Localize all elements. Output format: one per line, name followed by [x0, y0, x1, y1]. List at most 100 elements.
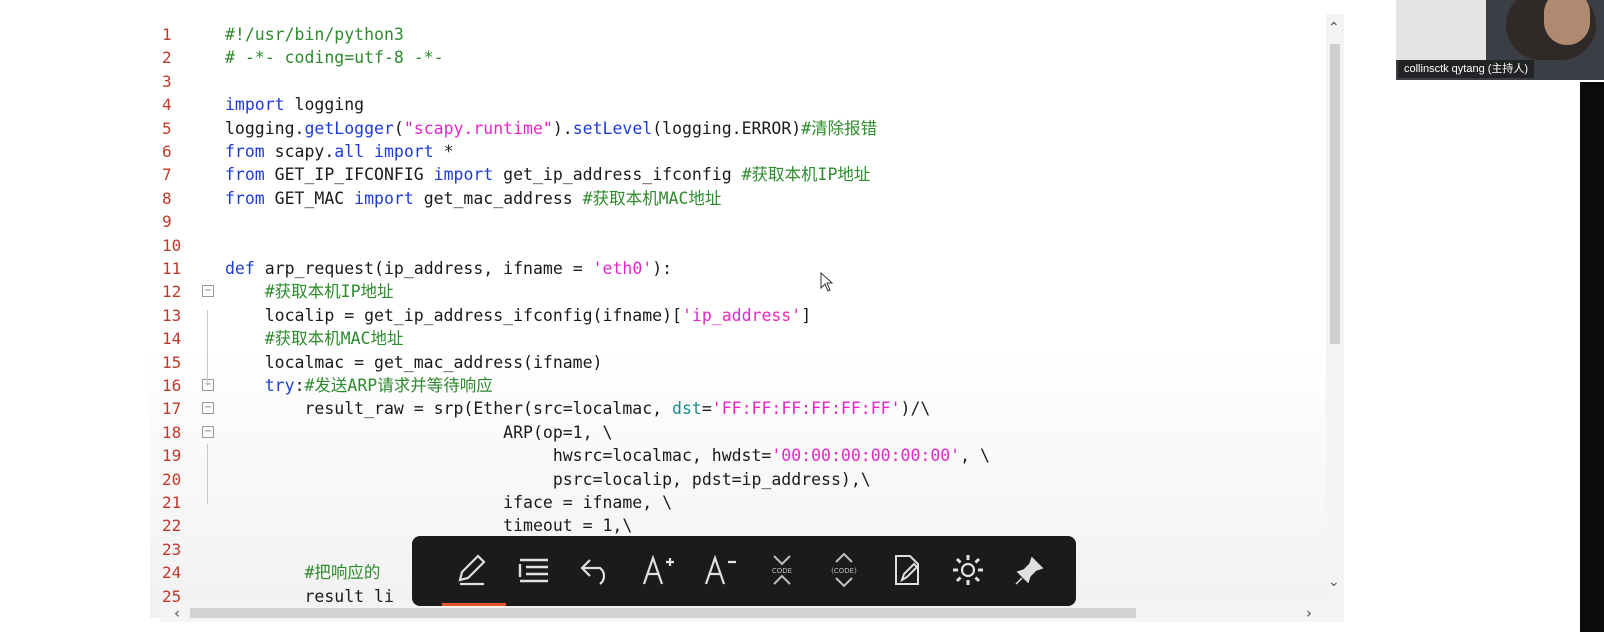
code-line[interactable]: 22 timeout = 1,\ — [150, 514, 1320, 537]
horizontal-scrollbar[interactable]: ‹ › — [160, 604, 1344, 622]
code-text: psrc=localip, pdst=ip_address),\ — [225, 469, 871, 489]
code-text: localip = get_ip_address_ifconfig(ifname… — [225, 305, 812, 325]
expand-code-icon[interactable]: (CODE) — [820, 546, 868, 594]
line-number: 8 — [162, 188, 172, 208]
horizontal-scroll-thumb[interactable] — [190, 608, 1136, 618]
svg-text:(CODE): (CODE) — [831, 567, 857, 575]
code-text: #获取本机IP地址 — [264, 282, 394, 302]
code-text: ARP(op=1, \ — [225, 422, 613, 442]
code-text: timeout = 1,\ — [225, 516, 633, 536]
code-text: def arp_request(ip_address, ifname = 'et… — [225, 259, 673, 278]
line-number: 22 — [162, 516, 182, 536]
code-line[interactable]: 21 iface = ifname, \ — [150, 491, 1320, 514]
scroll-right-icon[interactable]: › — [1306, 604, 1312, 622]
code-text: logging.getLogger("scapy.runtime").setLe… — [225, 118, 878, 138]
line-number: 18 — [162, 422, 182, 442]
scroll-down-icon[interactable]: ⌄ — [1328, 574, 1340, 590]
code-line[interactable]: 5 logging.getLogger("scapy.runtime").setL… — [150, 117, 1320, 140]
code-line[interactable]: 10 — [150, 234, 1320, 257]
line-number: 5 — [162, 118, 172, 138]
code-line[interactable]: 15 localmac = get_mac_address(ifname) — [150, 351, 1320, 374]
code-text: try:#发送ARP请求并等待响应 — [264, 376, 493, 395]
undo-icon[interactable] — [572, 546, 620, 594]
vertical-scrollbar[interactable]: ⌃ ⌄ — [1326, 14, 1344, 604]
pencil-icon[interactable] — [448, 546, 496, 594]
code-text: #!/usr/bin/python3 — [225, 25, 404, 44]
code-line[interactable]: 7 from GET_IP_IFCONFIG import get_ip_addr… — [150, 163, 1320, 186]
scroll-up-icon[interactable]: ⌃ — [1328, 20, 1340, 36]
webcam-face — [1544, 0, 1590, 45]
code-line[interactable]: 2 # -*- coding=utf-8 -*- — [150, 46, 1320, 69]
code-text: import logging — [225, 95, 365, 115]
collapse-code-icon[interactable]: CODE — [758, 546, 806, 594]
line-number: 2 — [162, 48, 172, 68]
mouse-cursor-icon — [820, 272, 834, 292]
code-text: #把响应的 — [304, 563, 381, 583]
note-icon[interactable] — [882, 546, 930, 594]
line-number: 17 — [162, 399, 182, 419]
line-number: 21 — [162, 493, 182, 512]
code-line[interactable]: 16 − try:#发送ARP请求并等待响应 — [150, 374, 1320, 397]
code-line[interactable]: 3 — [150, 70, 1320, 93]
code-text: hwsrc=localmac, hwdst='00:00:00:00:00:00… — [225, 446, 990, 466]
svg-text:CODE: CODE — [772, 567, 792, 575]
line-number: 16 — [162, 376, 182, 395]
code-line[interactable]: 4 import logging — [150, 93, 1320, 116]
code-text: iface = ifname, \ — [225, 493, 673, 512]
fold-toggle-icon[interactable]: − — [202, 425, 214, 438]
line-number: 6 — [162, 142, 172, 161]
fold-guide — [207, 444, 208, 504]
code-text: from scapy.all import * — [225, 142, 454, 161]
code-line[interactable]: 1 #!/usr/bin/python3 — [150, 23, 1320, 46]
scroll-left-icon[interactable]: ‹ — [174, 604, 180, 622]
line-number: 11 — [162, 259, 182, 278]
line-number: 12 — [162, 282, 182, 302]
active-tool-indicator — [442, 603, 506, 606]
line-number: 23 — [162, 539, 182, 559]
line-number: 14 — [162, 329, 182, 349]
code-line[interactable]: 6 from scapy.all import * — [150, 140, 1320, 163]
line-number: 4 — [162, 95, 172, 115]
code-text: localmac = get_mac_address(ifname) — [225, 352, 603, 372]
line-number: 9 — [162, 212, 172, 232]
fold-toggle-icon[interactable]: − — [202, 379, 214, 391]
line-number: 7 — [162, 165, 172, 185]
line-number: 1 — [162, 25, 172, 44]
webcam-label: collinsctk qytang (主持人) — [1398, 60, 1535, 78]
line-number: 24 — [162, 563, 182, 583]
vertical-scroll-thumb[interactable] — [1330, 44, 1340, 344]
code-line[interactable]: 12 − #获取本机IP地址 — [150, 280, 1320, 303]
code-line[interactable]: 8 from GET_MAC import get_mac_address #获取… — [150, 187, 1320, 210]
line-number: 13 — [162, 305, 182, 325]
code-line[interactable]: 14 #获取本机MAC地址 — [150, 327, 1320, 350]
code-line[interactable]: 11 def arp_request(ip_address, ifname = '… — [150, 257, 1320, 280]
side-panel-edge — [1580, 82, 1604, 632]
line-number: 20 — [162, 469, 182, 489]
webcam-background — [1396, 0, 1486, 60]
code-text: #获取本机MAC地址 — [264, 329, 404, 349]
code-text: from GET_MAC import get_mac_address #获取本… — [225, 188, 722, 208]
code-text: result_raw = srp(Ether(src=localmac, dst… — [225, 399, 931, 419]
code-line[interactable]: 20 psrc=localip, pdst=ip_address),\ — [150, 468, 1320, 491]
fold-guide — [207, 310, 208, 386]
code-text: # -*- coding=utf-8 -*- — [225, 48, 444, 68]
line-number: 3 — [162, 71, 172, 91]
line-number: 19 — [162, 446, 182, 466]
code-line[interactable]: 19 hwsrc=localmac, hwdst='00:00:00:00:00… — [150, 444, 1320, 467]
line-number: 10 — [162, 235, 182, 255]
fold-toggle-icon[interactable]: − — [202, 402, 214, 415]
font-increase-icon[interactable] — [634, 546, 682, 594]
line-number: 15 — [162, 352, 182, 372]
code-line[interactable]: 9 — [150, 210, 1320, 233]
code-line[interactable]: 17 − result_raw = srp(Ether(src=localmac,… — [150, 397, 1320, 420]
code-editor[interactable]: 1 #!/usr/bin/python3 2 # -*- coding=utf-8 -… — [150, 14, 1326, 618]
gear-icon[interactable] — [944, 546, 992, 594]
font-decrease-icon[interactable] — [696, 546, 744, 594]
code-line[interactable]: 13 localip = get_ip_address_ifconfig(ifn… — [150, 304, 1320, 327]
pin-icon[interactable] — [1006, 546, 1054, 594]
code-line[interactable]: 18 − ARP(op=1, \ — [150, 421, 1320, 444]
fold-toggle-icon[interactable]: − — [202, 285, 214, 298]
code-text: from GET_IP_IFCONFIG import get_ip_addre… — [225, 165, 871, 185]
floating-toolbar: CODE (CODE) — [412, 536, 1076, 606]
list-icon[interactable] — [510, 546, 558, 594]
